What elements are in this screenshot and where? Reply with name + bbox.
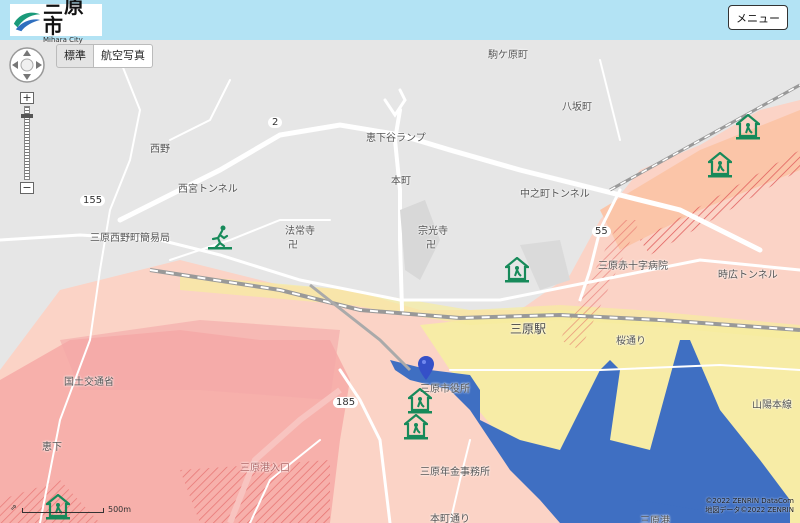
temple-symbol-2: 卍	[426, 240, 436, 251]
zoom-out-button[interactable]: −	[20, 182, 34, 194]
scale-bar	[22, 508, 104, 513]
label-nishimiya-tunnel: 西宮トンネル	[178, 184, 238, 195]
city-logo[interactable]: 三原市 Mihara City	[10, 0, 102, 44]
label-mihara-port: 三原港	[640, 516, 670, 523]
logo-subtitle: Mihara City	[42, 36, 83, 44]
label-kokudo: 国土交通省	[64, 377, 114, 388]
label-nakanomachi-tunnel: 中之町トンネル	[520, 189, 590, 200]
label-honmachi-dori: 本町通り	[430, 514, 470, 523]
label-tokihiro-tunnel: 時広トンネル	[718, 270, 778, 281]
route-shield-155: 155	[80, 195, 106, 206]
city-emblem-icon	[13, 12, 41, 32]
menu-button[interactable]: メニュー	[728, 5, 788, 30]
scale-label: 500m	[108, 505, 132, 514]
route-shield-2: 2	[268, 117, 283, 128]
route-shield-185: 185	[333, 397, 359, 408]
label-red-cross: 三原赤十字病院	[598, 261, 668, 272]
logo-text-group: 三原市 Mihara City	[43, 0, 102, 44]
label-ebisu: 恵下	[42, 442, 62, 453]
label-mihara-kaigan: 三原港入口	[240, 463, 290, 474]
evacuation-shelter-icon[interactable]	[708, 152, 732, 178]
label-sakura: 桜通り	[616, 336, 646, 347]
location-pin-icon[interactable]	[418, 356, 434, 380]
evacuation-shelter-icon[interactable]	[404, 414, 428, 440]
evacuation-shelter-icon[interactable]	[736, 114, 760, 140]
label-mihara-nishino: 三原西野町簡易局	[90, 233, 170, 244]
north-arrow-icon: ⇗	[10, 503, 17, 512]
zoom-slider-thumb[interactable]	[21, 114, 33, 118]
evacuation-shelter-icon[interactable]	[46, 494, 70, 520]
map-attribution: ©2022 ZENRIN DataCom 地図データ©2022 ZENRIN	[705, 497, 794, 515]
zoom-in-button[interactable]: +	[20, 92, 34, 104]
attribution-line-1: ©2022 ZENRIN DataCom	[705, 497, 794, 505]
evacuation-shelter-icon[interactable]	[408, 388, 432, 414]
map-base-layer	[0, 40, 800, 523]
label-housouji: 法常寺	[285, 226, 315, 237]
label-mihara-station: 三原駅	[510, 322, 547, 336]
temple-symbol: 卍	[288, 240, 298, 251]
label-ebishita-ramp: 恵下谷ランプ	[366, 133, 426, 144]
app-header: 三原市 Mihara City メニュー	[0, 0, 800, 44]
evacuation-shelter-icon[interactable]	[505, 257, 529, 283]
map-layer-toggle: 標準 航空写真	[56, 44, 153, 68]
label-soukouji: 宗光寺	[418, 226, 448, 237]
label-sanyo-line: 山陽本線	[752, 400, 792, 411]
zoom-control: + −	[20, 92, 34, 194]
map-canvas[interactable]: 駒ケ原町 八坂町 西野 西宮トンネル 恵下谷ランプ 本町 中之町トンネル 法常寺…	[0, 40, 800, 523]
layer-aerial-button[interactable]: 航空写真	[94, 44, 153, 68]
label-mihara-nenkin: 三原年金事務所	[420, 467, 490, 478]
label-komagahara: 駒ケ原町	[488, 50, 528, 61]
evacuation-site-icon[interactable]	[208, 224, 232, 250]
pan-control-icon[interactable]	[8, 46, 46, 84]
label-nishino: 西野	[150, 144, 170, 155]
label-honmachi: 本町	[391, 176, 411, 187]
label-yasaka: 八坂町	[562, 102, 592, 113]
layer-standard-button[interactable]: 標準	[56, 44, 94, 68]
route-shield-55: 55	[592, 226, 611, 237]
attribution-line-2: 地図データ©2022 ZENRIN	[705, 506, 794, 514]
logo-title: 三原市	[42, 0, 85, 38]
